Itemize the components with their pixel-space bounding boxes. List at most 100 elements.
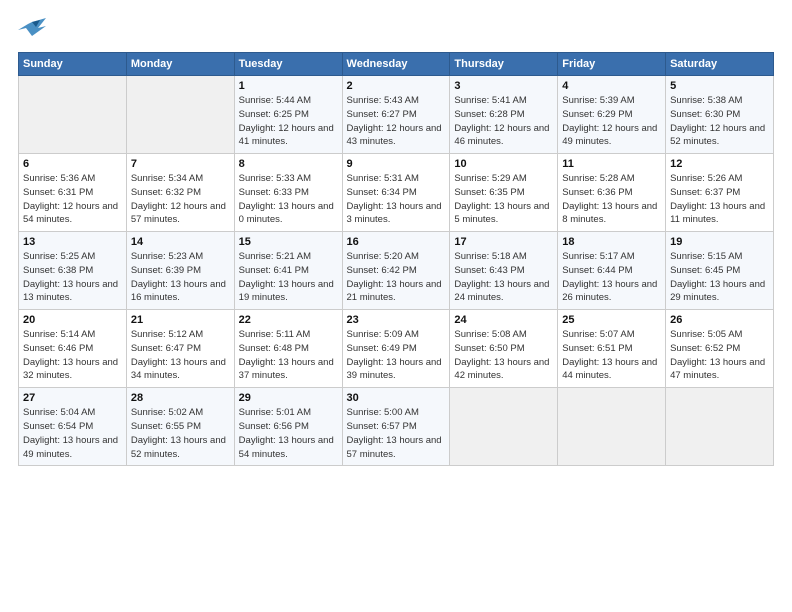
day-number: 22 [239,314,338,326]
calendar-cell: 8 Sunrise: 5:33 AMSunset: 6:33 PMDaylight… [234,154,342,232]
day-detail: Sunrise: 5:41 AMSunset: 6:28 PMDaylight:… [454,94,553,149]
day-number: 28 [131,392,230,404]
day-detail: Sunrise: 5:28 AMSunset: 6:36 PMDaylight:… [562,172,661,227]
day-number: 16 [347,236,446,248]
calendar-cell [450,388,558,466]
day-detail: Sunrise: 5:05 AMSunset: 6:52 PMDaylight:… [670,328,769,383]
day-detail: Sunrise: 5:07 AMSunset: 6:51 PMDaylight:… [562,328,661,383]
day-detail: Sunrise: 5:12 AMSunset: 6:47 PMDaylight:… [131,328,230,383]
calendar-cell: 27 Sunrise: 5:04 AMSunset: 6:54 PMDayligh… [19,388,127,466]
day-detail: Sunrise: 5:08 AMSunset: 6:50 PMDaylight:… [454,328,553,383]
calendar-cell: 12 Sunrise: 5:26 AMSunset: 6:37 PMDayligh… [666,154,774,232]
day-detail: Sunrise: 5:29 AMSunset: 6:35 PMDaylight:… [454,172,553,227]
calendar-cell: 29Sunrise: 5:01 AMSunset: 6:56 PMDayligh… [234,388,342,466]
header [18,18,774,42]
calendar-cell: 26 Sunrise: 5:05 AMSunset: 6:52 PMDayligh… [666,310,774,388]
day-detail: Sunrise: 5:14 AMSunset: 6:46 PMDaylight:… [23,328,122,383]
day-detail: Sunrise: 5:15 AMSunset: 6:45 PMDaylight:… [670,250,769,305]
day-detail: Sunrise: 5:21 AMSunset: 6:41 PMDaylight:… [239,250,338,305]
day-detail: Sunrise: 5:18 AMSunset: 6:43 PMDaylight:… [454,250,553,305]
day-number: 2 [347,80,446,92]
calendar-cell: 2 Sunrise: 5:43 AMSunset: 6:27 PMDaylight… [342,76,450,154]
day-number: 7 [131,158,230,170]
page: SundayMondayTuesdayWednesdayThursdayFrid… [0,0,792,612]
weekday-header-wednesday: Wednesday [342,53,450,76]
day-number: 21 [131,314,230,326]
day-detail: Sunrise: 5:11 AMSunset: 6:48 PMDaylight:… [239,328,338,383]
day-detail: Sunrise: 5:34 AMSunset: 6:32 PMDaylight:… [131,172,230,227]
calendar-cell: 3Sunrise: 5:41 AMSunset: 6:28 PMDaylight… [450,76,558,154]
logo [18,18,50,42]
day-number: 11 [562,158,661,170]
day-detail: Sunrise: 5:17 AMSunset: 6:44 PMDaylight:… [562,250,661,305]
day-detail: Sunrise: 5:25 AMSunset: 6:38 PMDaylight:… [23,250,122,305]
calendar-cell: 24 Sunrise: 5:08 AMSunset: 6:50 PMDayligh… [450,310,558,388]
day-detail: Sunrise: 5:43 AMSunset: 6:27 PMDaylight:… [347,94,446,149]
weekday-header-tuesday: Tuesday [234,53,342,76]
day-number: 18 [562,236,661,248]
weekday-header-sunday: Sunday [19,53,127,76]
day-number: 15 [239,236,338,248]
day-detail: Sunrise: 5:44 AMSunset: 6:25 PMDaylight:… [239,94,338,149]
calendar-cell: 14 Sunrise: 5:23 AMSunset: 6:39 PMDayligh… [126,232,234,310]
day-number: 1 [239,80,338,92]
calendar-cell: 25 Sunrise: 5:07 AMSunset: 6:51 PMDayligh… [558,310,666,388]
day-number: 8 [239,158,338,170]
logo-bird-icon [18,18,46,42]
day-detail: Sunrise: 5:20 AMSunset: 6:42 PMDaylight:… [347,250,446,305]
day-number: 24 [454,314,553,326]
calendar-cell: 22 Sunrise: 5:11 AMSunset: 6:48 PMDayligh… [234,310,342,388]
calendar-week-3: 13 Sunrise: 5:25 AMSunset: 6:38 PMDayligh… [19,232,774,310]
day-number: 13 [23,236,122,248]
calendar-cell: 1 Sunrise: 5:44 AMSunset: 6:25 PMDaylight… [234,76,342,154]
day-number: 6 [23,158,122,170]
day-number: 5 [670,80,769,92]
day-detail: Sunrise: 5:33 AMSunset: 6:33 PMDaylight:… [239,172,338,227]
calendar-cell: 13 Sunrise: 5:25 AMSunset: 6:38 PMDayligh… [19,232,127,310]
calendar-cell: 21 Sunrise: 5:12 AMSunset: 6:47 PMDayligh… [126,310,234,388]
calendar-week-5: 27 Sunrise: 5:04 AMSunset: 6:54 PMDayligh… [19,388,774,466]
calendar-week-1: 1 Sunrise: 5:44 AMSunset: 6:25 PMDaylight… [19,76,774,154]
calendar-cell [19,76,127,154]
calendar-cell: 9 Sunrise: 5:31 AMSunset: 6:34 PMDaylight… [342,154,450,232]
weekday-header-monday: Monday [126,53,234,76]
day-detail: Sunrise: 5:36 AMSunset: 6:31 PMDaylight:… [23,172,122,227]
day-detail: Sunrise: 5:09 AMSunset: 6:49 PMDaylight:… [347,328,446,383]
day-number: 29 [239,392,338,404]
weekday-header-row: SundayMondayTuesdayWednesdayThursdayFrid… [19,53,774,76]
day-detail: Sunrise: 5:38 AMSunset: 6:30 PMDaylight:… [670,94,769,149]
calendar-cell: 18 Sunrise: 5:17 AMSunset: 6:44 PMDayligh… [558,232,666,310]
calendar-cell: 19Sunrise: 5:15 AMSunset: 6:45 PMDayligh… [666,232,774,310]
day-number: 12 [670,158,769,170]
calendar-week-4: 20Sunrise: 5:14 AMSunset: 6:46 PMDayligh… [19,310,774,388]
day-detail: Sunrise: 5:26 AMSunset: 6:37 PMDaylight:… [670,172,769,227]
calendar-cell: 15 Sunrise: 5:21 AMSunset: 6:41 PMDayligh… [234,232,342,310]
calendar-cell: 20Sunrise: 5:14 AMSunset: 6:46 PMDayligh… [19,310,127,388]
day-number: 9 [347,158,446,170]
calendar-cell: 11 Sunrise: 5:28 AMSunset: 6:36 PMDayligh… [558,154,666,232]
day-number: 10 [454,158,553,170]
day-number: 25 [562,314,661,326]
day-detail: Sunrise: 5:31 AMSunset: 6:34 PMDaylight:… [347,172,446,227]
calendar-cell: 30 Sunrise: 5:00 AMSunset: 6:57 PMDayligh… [342,388,450,466]
day-number: 30 [347,392,446,404]
calendar-cell: 16 Sunrise: 5:20 AMSunset: 6:42 PMDayligh… [342,232,450,310]
weekday-header-friday: Friday [558,53,666,76]
day-detail: Sunrise: 5:00 AMSunset: 6:57 PMDaylight:… [347,406,446,461]
calendar-cell: 5 Sunrise: 5:38 AMSunset: 6:30 PMDaylight… [666,76,774,154]
day-number: 26 [670,314,769,326]
weekday-header-thursday: Thursday [450,53,558,76]
day-detail: Sunrise: 5:39 AMSunset: 6:29 PMDaylight:… [562,94,661,149]
calendar-cell: 7 Sunrise: 5:34 AMSunset: 6:32 PMDaylight… [126,154,234,232]
calendar-cell: 6 Sunrise: 5:36 AMSunset: 6:31 PMDaylight… [19,154,127,232]
day-number: 27 [23,392,122,404]
day-number: 14 [131,236,230,248]
calendar-cell: 10 Sunrise: 5:29 AMSunset: 6:35 PMDayligh… [450,154,558,232]
weekday-header-saturday: Saturday [666,53,774,76]
calendar-cell [558,388,666,466]
day-detail: Sunrise: 5:04 AMSunset: 6:54 PMDaylight:… [23,406,122,461]
calendar-cell [666,388,774,466]
day-detail: Sunrise: 5:23 AMSunset: 6:39 PMDaylight:… [131,250,230,305]
calendar-cell: 28Sunrise: 5:02 AMSunset: 6:55 PMDayligh… [126,388,234,466]
calendar-cell: 4Sunrise: 5:39 AMSunset: 6:29 PMDaylight… [558,76,666,154]
